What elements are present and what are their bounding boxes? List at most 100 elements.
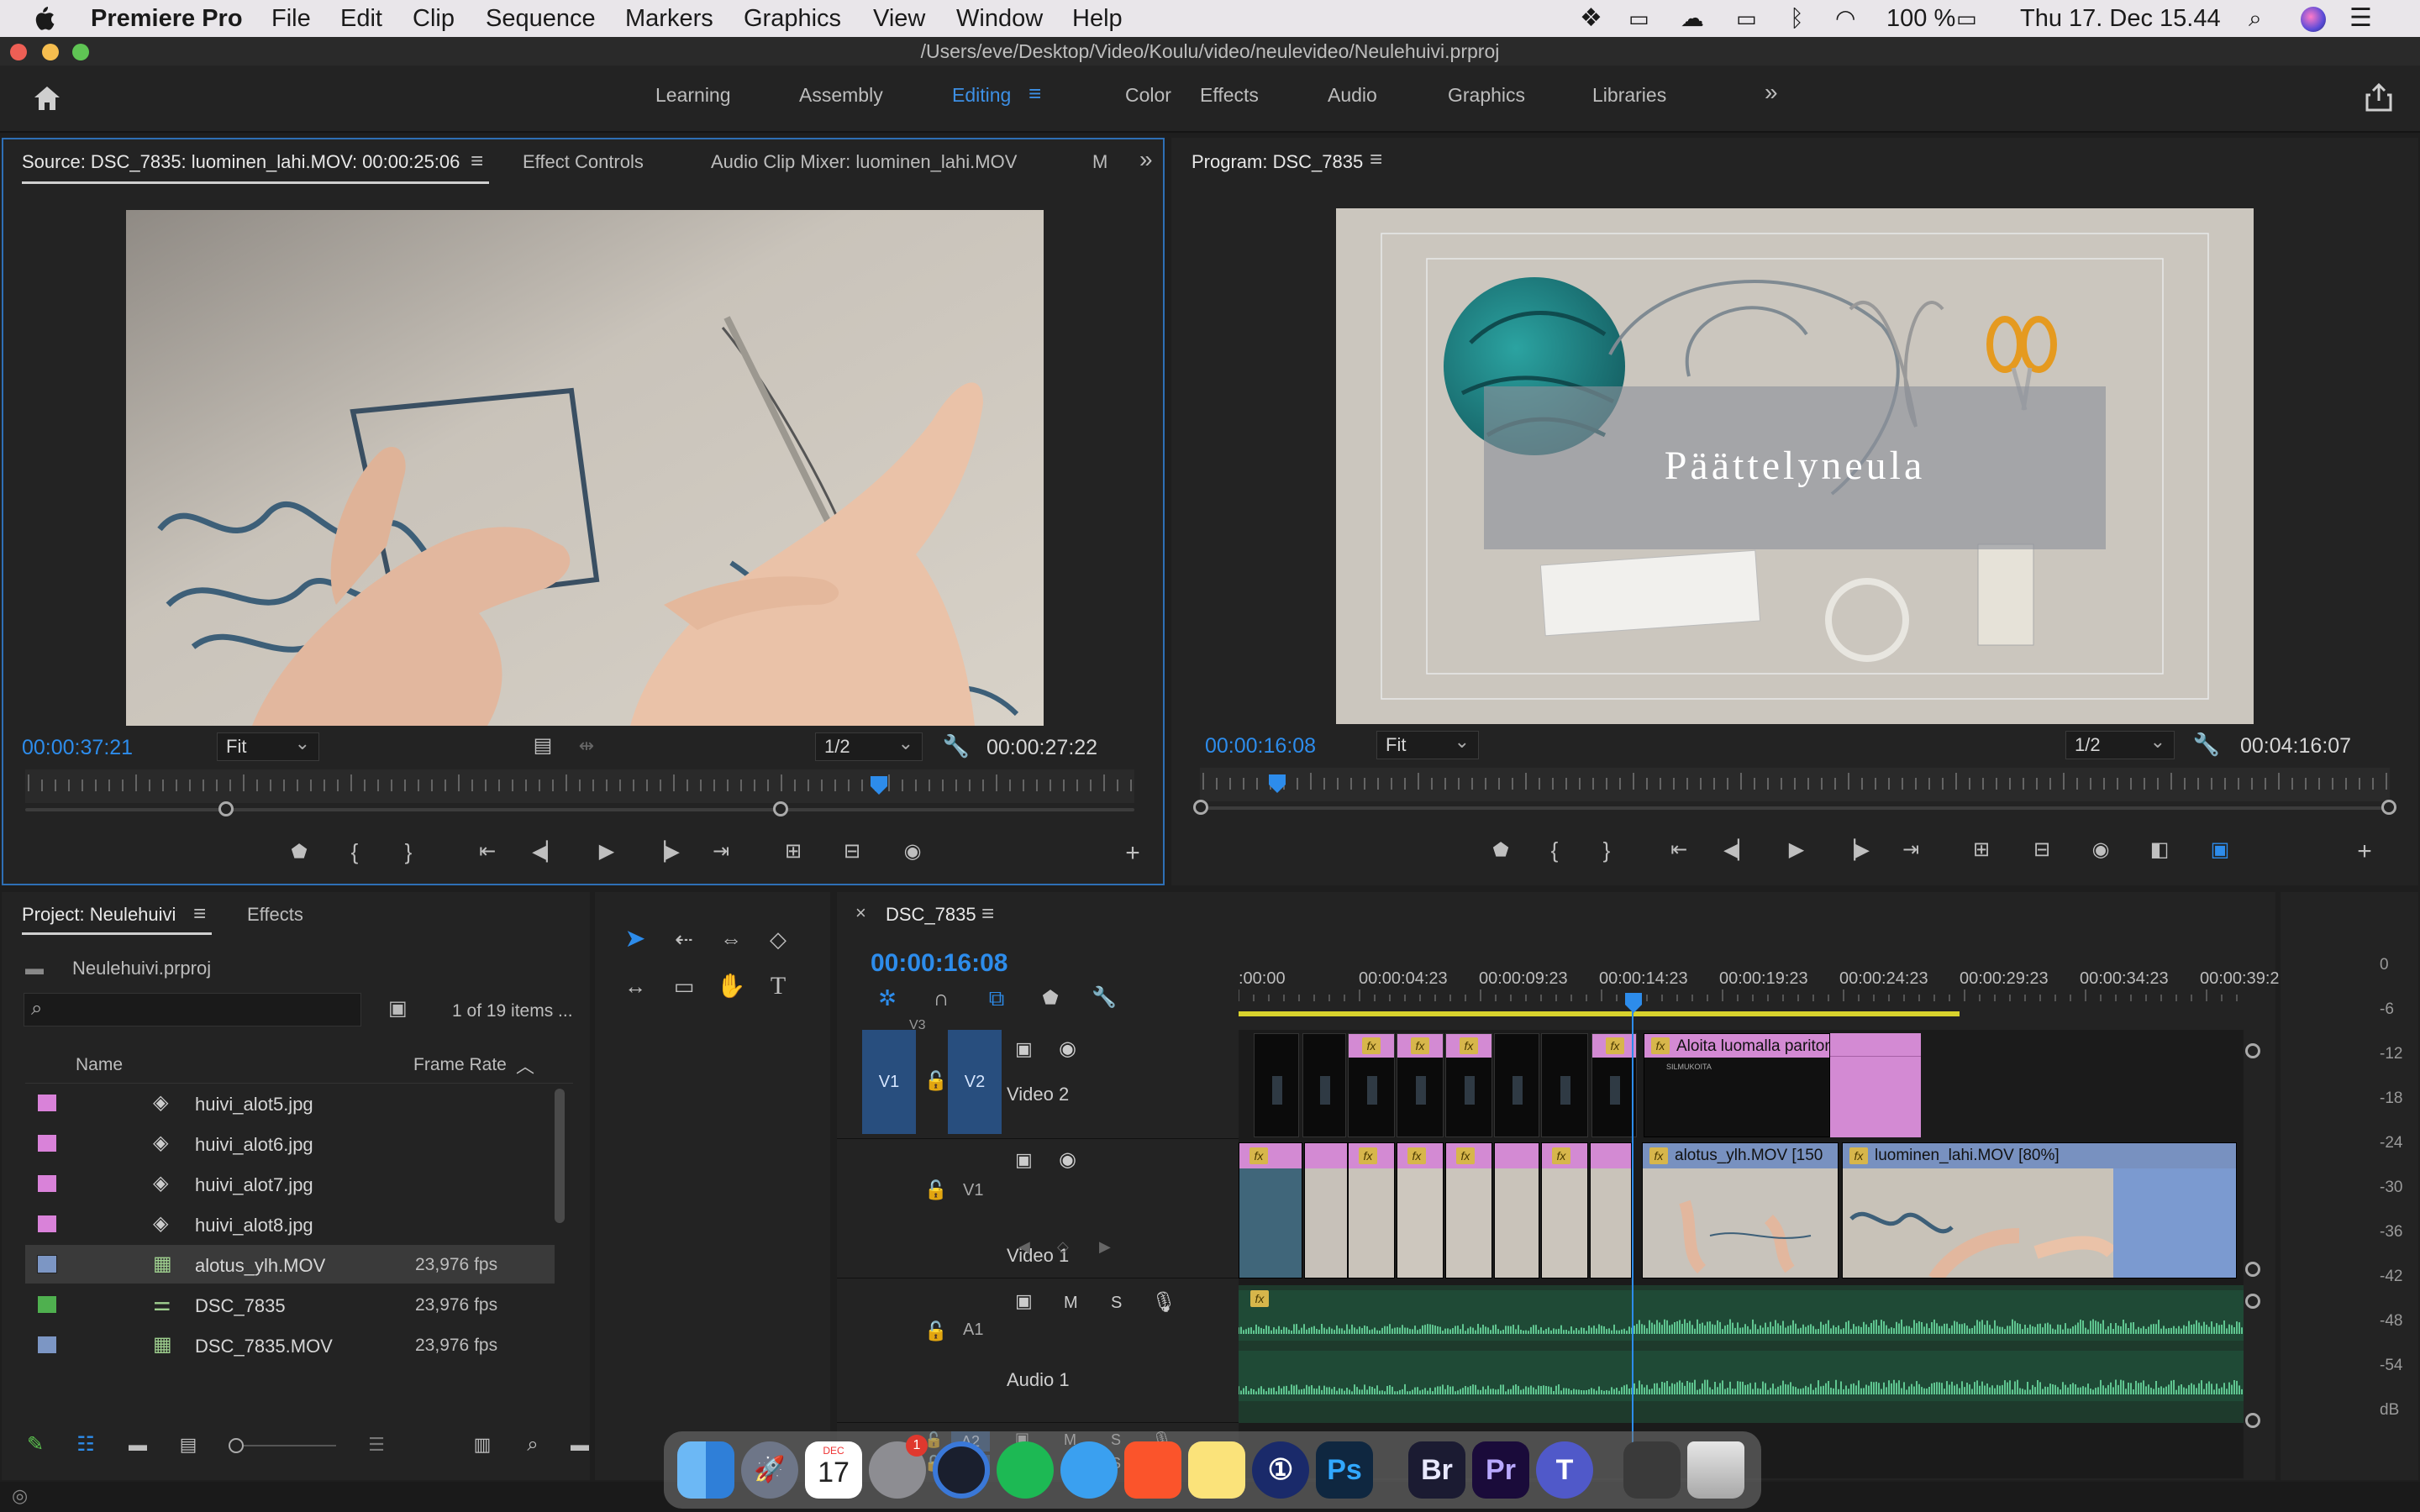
label-color-swatch[interactable] [37, 1336, 57, 1354]
new-bin-icon[interactable]: ▬ [565, 1430, 595, 1460]
voiceover-a1-icon[interactable]: 🎙 [1151, 1290, 1176, 1315]
go-to-out-icon[interactable]: ⇥ [706, 837, 736, 867]
graphic-clip[interactable] [1494, 1033, 1539, 1137]
label-color-swatch[interactable] [37, 1295, 57, 1314]
toggle-output-v2-icon[interactable]: ◉ [1059, 1037, 1076, 1061]
graphic-clip[interactable]: fx [1445, 1033, 1492, 1137]
project-item-row[interactable]: ◈ huivi_alot8.jpg [25, 1205, 555, 1243]
add-marker-timeline-icon[interactable]: ⬟ [1035, 983, 1065, 1013]
insert-overlay-icon[interactable]: ▤ [528, 731, 558, 761]
siri-icon[interactable] [2301, 7, 2326, 32]
audio-scroll-handle-bottom[interactable] [2245, 1413, 2260, 1428]
source-playhead[interactable] [871, 776, 888, 795]
lock-track-v2-icon[interactable]: 🔓 [924, 1070, 947, 1092]
label-color-swatch[interactable] [37, 1174, 57, 1193]
program-zoom-bar[interactable] [1202, 806, 2388, 810]
toggle-output-v1-icon[interactable]: ◉ [1059, 1147, 1076, 1172]
timeline-playhead[interactable] [1623, 993, 1644, 1013]
project-search-input[interactable]: ⌕ [24, 993, 361, 1026]
solo-a1-button[interactable]: S [1111, 1294, 1122, 1313]
graphic-clip[interactable]: fx [1397, 1033, 1444, 1137]
image-clip[interactable]: fx [1445, 1142, 1492, 1278]
lift-icon[interactable]: ⊞ [1966, 835, 1996, 865]
trash-icon[interactable] [1687, 1441, 1744, 1499]
close-sequence-icon[interactable]: × [855, 902, 866, 924]
video-scroll-handle-bottom[interactable] [2245, 1262, 2260, 1277]
new-search-bin-icon[interactable]: ▣ [388, 996, 408, 1021]
insert-icon[interactable]: ⊞ [778, 837, 808, 867]
source-video-frame[interactable] [126, 210, 1044, 726]
menu-edit[interactable]: Edit [340, 3, 382, 34]
tab-project[interactable]: Project: Neulehuivi [22, 904, 176, 926]
add-keyframe-icon[interactable]: ◇ [1057, 1238, 1069, 1256]
overwrite-icon[interactable]: ⊟ [837, 837, 867, 867]
icon-view-icon[interactable]: ▬ [123, 1430, 153, 1460]
program-step-back-icon[interactable]: ◀▏ [1723, 835, 1753, 865]
step-back-icon[interactable]: ◀▏ [531, 837, 561, 867]
image-clip[interactable]: fx [1239, 1142, 1302, 1278]
prev-keyframe-icon[interactable]: ◀ [1018, 1238, 1030, 1256]
program-mark-out-icon[interactable]: } [1591, 835, 1622, 865]
bluetooth-icon[interactable]: ᛒ [1790, 3, 1804, 34]
razor-tool-icon[interactable]: ◇ [763, 924, 793, 954]
airplay-icon[interactable]: ▭ [1736, 3, 1757, 34]
workspace-graphics[interactable]: Graphics [1448, 84, 1525, 107]
track-target-a1[interactable]: A1 [963, 1320, 983, 1340]
audio-clip[interactable]: fx [1238, 1285, 2244, 1423]
sync-lock-v2-icon[interactable]: ▣ [1015, 1038, 1033, 1060]
program-settings-icon[interactable]: 🔧 [2191, 729, 2222, 759]
mark-out-icon[interactable]: } [393, 837, 424, 867]
image-clip[interactable] [1590, 1142, 1632, 1278]
add-marker-icon[interactable]: ⬟ [284, 837, 314, 867]
lock-track-a1-icon[interactable]: 🔓 [924, 1320, 947, 1342]
workspace-menu-icon[interactable]: ≡ [1028, 81, 1041, 107]
label-color-swatch[interactable] [37, 1094, 57, 1112]
sort-ascending-icon[interactable]: ︿ [516, 1052, 534, 1079]
nest-toggle-icon[interactable]: ✲ [872, 983, 902, 1013]
tab-sequence[interactable]: DSC_7835 [886, 904, 976, 926]
workspace-learning[interactable]: Learning [655, 84, 731, 107]
program-time-ruler[interactable] [1200, 768, 2390, 801]
launchpad-icon[interactable]: 🚀 [741, 1441, 798, 1499]
app-name[interactable]: Premiere Pro [91, 3, 243, 34]
tab-audio-clip-mixer[interactable]: Audio Clip Mixer: luominen_lahi.MOV [711, 151, 1017, 173]
calendar-icon[interactable]: DEC 17 [805, 1441, 862, 1499]
premiere-icon[interactable]: Pr [1472, 1441, 1529, 1499]
creative-cloud-icon[interactable]: ☁ [1681, 3, 1704, 34]
workspace-libraries[interactable]: Libraries [1592, 84, 1666, 107]
graphic-clip[interactable]: fx [1591, 1033, 1637, 1137]
graphic-clip[interactable] [1254, 1033, 1299, 1137]
tab-source[interactable]: Source: DSC_7835: luominen_lahi.MOV: 00:… [22, 151, 460, 173]
tab-more[interactable]: M [1092, 151, 1107, 173]
program-resolution-select[interactable]: 1/2 [2065, 728, 2175, 759]
program-zoom-handle-right[interactable] [2381, 800, 2396, 815]
next-keyframe-icon[interactable]: ▶ [1099, 1238, 1111, 1256]
source-zoom-handle-left[interactable] [218, 801, 234, 816]
alotus-clip[interactable]: fx alotus_ylh.MOV [150 [1642, 1142, 1839, 1278]
background-activity-icon[interactable]: ◎ [12, 1485, 28, 1507]
project-item-row[interactable]: ◈ huivi_alot7.jpg [25, 1164, 555, 1203]
selection-tool-icon[interactable]: ➤ [620, 924, 650, 954]
label-color-swatch[interactable] [37, 1255, 57, 1273]
source-panel-menu-icon[interactable]: ≡ [471, 148, 483, 174]
minimize-window-button[interactable] [42, 44, 59, 60]
sync-lock-v1-icon[interactable]: ▣ [1015, 1149, 1033, 1171]
timeline-ruler[interactable]: :00:00 00:00:04:23 00:00:09:23 00:00:14:23 0… [1239, 969, 2280, 1001]
program-step-forward-icon[interactable]: ▕▶ [1840, 835, 1870, 865]
column-frame-rate[interactable]: Frame Rate [413, 1055, 507, 1075]
program-playhead[interactable] [1269, 774, 1286, 793]
program-panel-menu-icon[interactable]: ≡ [1370, 146, 1382, 172]
freeform-view-icon[interactable]: ▤ [173, 1430, 203, 1460]
menu-view[interactable]: View [873, 3, 925, 34]
menu-graphics[interactable]: Graphics [744, 3, 841, 34]
system-preferences-icon[interactable]: 1 [869, 1435, 928, 1499]
play-icon[interactable]: ▶ [592, 837, 622, 867]
column-name[interactable]: Name [76, 1055, 123, 1075]
project-scrollbar[interactable] [555, 1089, 565, 1223]
thumbnail-size-handle[interactable] [229, 1438, 244, 1453]
battery-icon[interactable]: ▭ [1956, 3, 1977, 34]
image-clip[interactable]: fx [1348, 1142, 1395, 1278]
project-item-row[interactable]: ◈ huivi_alot5.jpg [25, 1084, 555, 1122]
safe-margins-icon[interactable]: ▣ [2205, 835, 2235, 865]
clock[interactable]: Thu 17. Dec 15.44 [2020, 3, 2221, 34]
